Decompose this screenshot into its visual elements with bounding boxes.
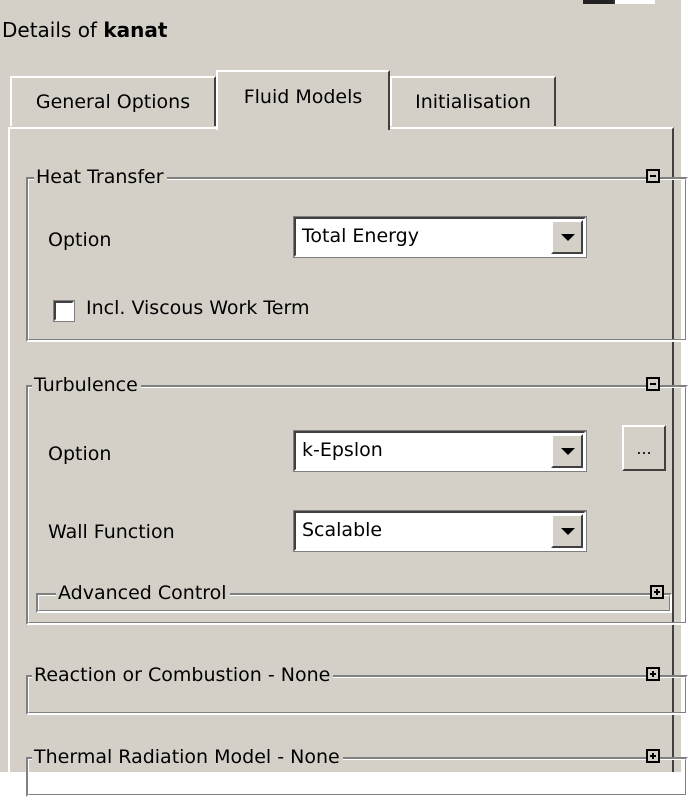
toggle-tail (662, 177, 668, 179)
tab-label: Fluid Models (243, 86, 363, 108)
tab-content: Heat Transfer Option Total Energy Incl. … (8, 127, 688, 797)
turbulence-options-ellipsis-button[interactable]: ... (622, 425, 666, 471)
heat-transfer-option-select[interactable]: Total Energy (293, 216, 587, 258)
down-arrow-icon[interactable] (551, 220, 583, 254)
tab-general-options[interactable]: General Options (10, 76, 216, 126)
group-legend-heat-transfer: Heat Transfer (34, 164, 167, 190)
panel-title: Details of kanat (2, 18, 167, 42)
title-object-name: kanat (103, 18, 168, 42)
combo-value: Scalable (302, 519, 383, 541)
minus-box-icon[interactable] (646, 169, 660, 183)
combo-value: k-Epslon (302, 439, 383, 461)
group-legend-turbulence: Turbulence (32, 372, 141, 398)
top-edge-mark-2 (613, 0, 655, 4)
heat-transfer-option-label: Option (48, 229, 112, 251)
toggle-tail (662, 385, 668, 387)
plus-box-icon[interactable] (650, 585, 664, 599)
wall-function-label: Wall Function (48, 521, 175, 543)
tab-initialisation[interactable]: Initialisation (390, 76, 556, 126)
group-legend-reaction: Reaction or Combustion - None (32, 662, 334, 688)
combo-value: Total Energy (302, 225, 419, 247)
wall-function-select[interactable]: Scalable (293, 510, 587, 552)
viscous-work-checkbox[interactable] (53, 300, 75, 322)
down-arrow-icon[interactable] (551, 434, 583, 468)
group-thermal-radiation: Thermal Radiation Model - None (26, 744, 688, 797)
down-arrow-icon[interactable] (551, 514, 583, 548)
details-panel: Details of kanat General Options Fluid M… (0, 0, 688, 797)
group-turbulence: Turbulence Option k-Epslon ... Wall Func… (26, 372, 688, 625)
viscous-work-label[interactable]: Incl. Viscous Work Term (86, 297, 309, 319)
group-reaction-combustion: Reaction or Combustion - None (26, 662, 688, 715)
minus-box-icon[interactable] (646, 377, 660, 391)
ellipsis-label: ... (636, 439, 652, 458)
tab-label: Initialisation (415, 91, 531, 113)
turbulence-option-select[interactable]: k-Epslon (293, 430, 587, 472)
group-advanced-control: Advanced Control (36, 580, 672, 613)
tab-fluid-models[interactable]: Fluid Models (216, 70, 390, 130)
title-prefix: Details of (2, 18, 104, 42)
turbulence-option-label: Option (48, 443, 112, 465)
top-edge-mark (583, 0, 613, 4)
group-heat-transfer: Heat Transfer Option Total Energy Incl. … (26, 164, 688, 342)
toggle-tail (662, 757, 668, 759)
plus-box-icon[interactable] (646, 667, 660, 681)
group-legend-advanced-control: Advanced Control (56, 580, 230, 606)
plus-box-icon[interactable] (646, 749, 660, 763)
tab-label: General Options (35, 91, 191, 113)
toggle-tail (662, 675, 668, 677)
group-legend-radiation: Thermal Radiation Model - None (32, 744, 343, 770)
